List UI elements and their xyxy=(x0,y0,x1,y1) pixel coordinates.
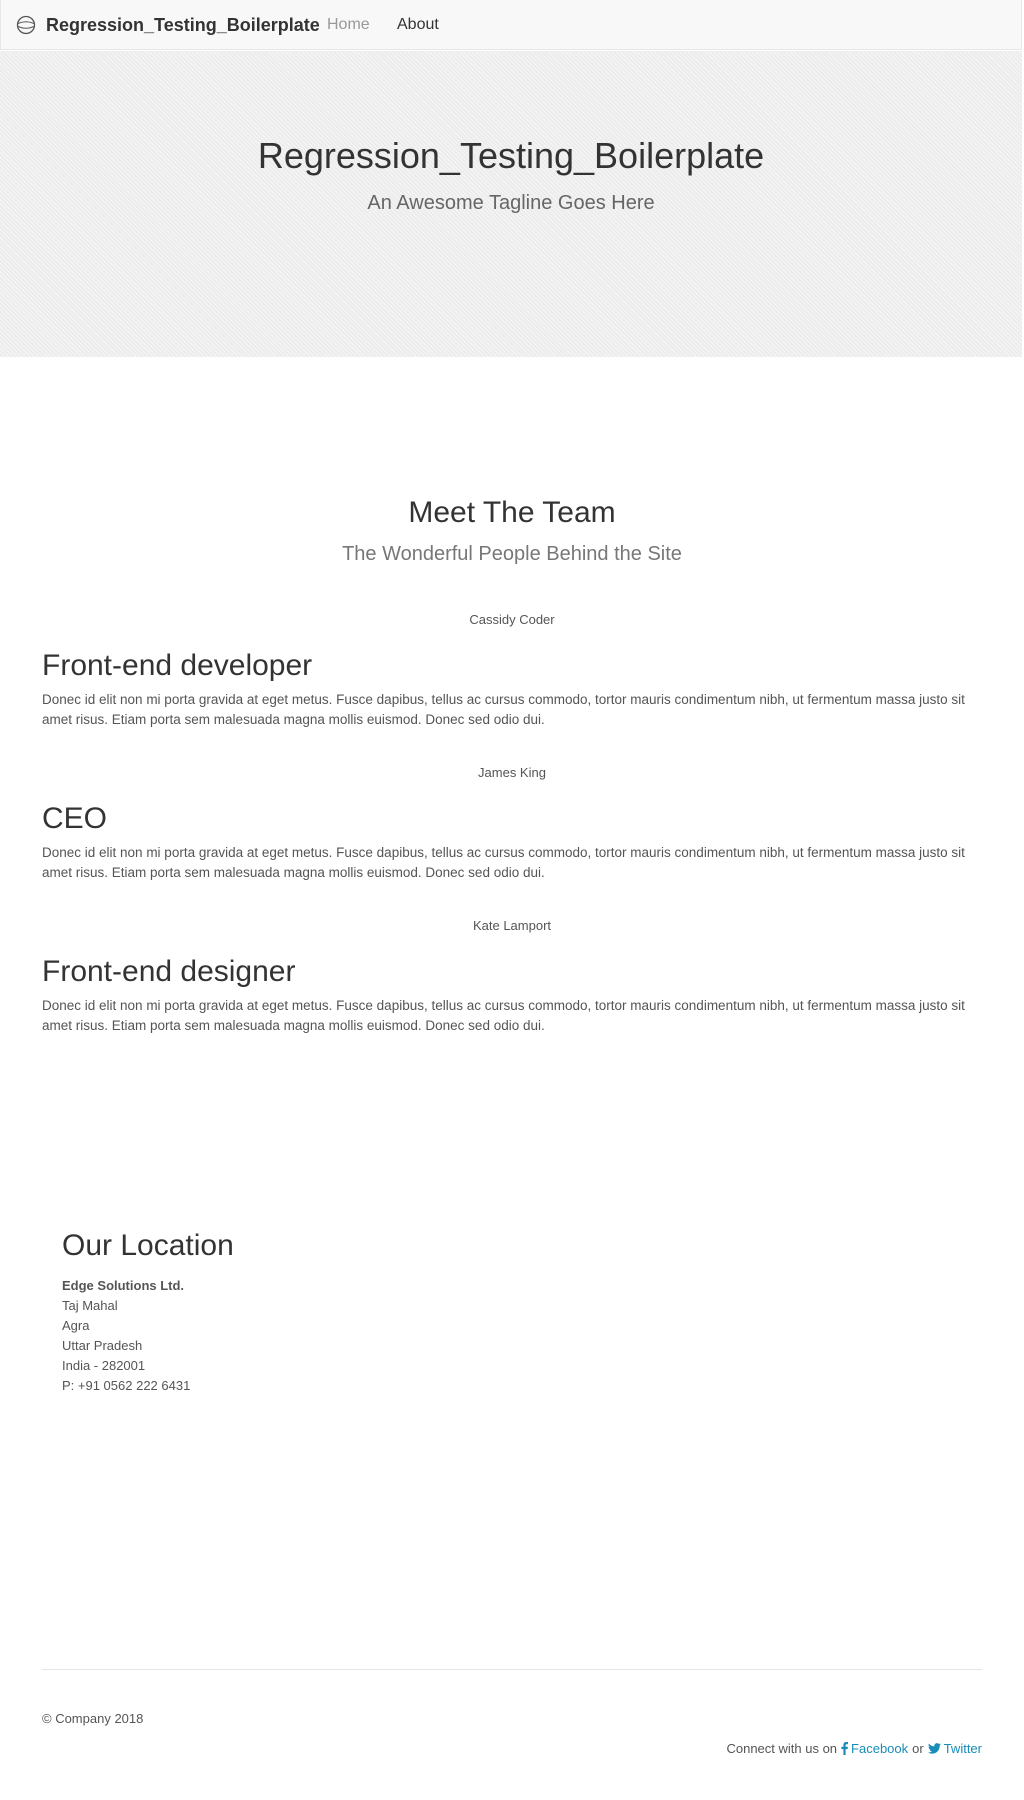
team-member-card: Cassidy Coder Front-end developer Donec … xyxy=(42,610,982,730)
connect-label: Connect with us on xyxy=(726,1741,838,1756)
member-name: Kate Lamport xyxy=(472,918,552,933)
team-subtitle: The Wonderful People Behind the Site xyxy=(342,543,682,565)
team-member-card: Kate Lamport Front-end designer Donec id… xyxy=(42,916,982,1036)
address-line: Uttar Pradesh xyxy=(62,1338,143,1353)
nav-about-link[interactable]: About xyxy=(397,0,439,50)
facebook-link[interactable]: Facebook xyxy=(841,1741,908,1756)
phone-line: P: +91 0562 222 6431 xyxy=(62,1378,191,1393)
company-name: Edge Solutions Ltd. xyxy=(62,1278,185,1293)
member-bio: Donec id elit non mi porta gravida at eg… xyxy=(42,998,965,1033)
address-line: Agra xyxy=(62,1318,90,1333)
facebook-icon xyxy=(841,1742,849,1755)
globe-icon xyxy=(16,15,36,35)
twitter-icon xyxy=(927,1743,941,1754)
brand-label: Regression_Testing_Boilerplate xyxy=(46,14,320,35)
hero-banner: Regression_Testing_Boilerplate An Awesom… xyxy=(0,51,1022,357)
member-bio: Donec id elit non mi porta gravida at eg… xyxy=(42,692,965,727)
member-bio: Donec id elit non mi porta gravida at eg… xyxy=(42,845,965,880)
navbar: Regression_Testing_Boilerplate Home Abou… xyxy=(0,0,1022,50)
facebook-label: Facebook xyxy=(851,1741,909,1756)
nav-home-link[interactable]: Home xyxy=(327,0,370,50)
twitter-link[interactable]: Twitter xyxy=(927,1741,982,1756)
hero-tagline: An Awesome Tagline Goes Here xyxy=(367,192,655,214)
location-section: Our Location Edge Solutions Ltd. Taj Mah… xyxy=(62,1226,234,1396)
team-title: Meet The Team xyxy=(408,496,616,529)
twitter-label: Twitter xyxy=(943,1741,982,1756)
member-role: Front-end developer xyxy=(42,649,313,682)
social-connect: Connect with us on Facebook or Twitter xyxy=(726,1741,982,1756)
navbar-brand[interactable]: Regression_Testing_Boilerplate xyxy=(16,0,320,50)
member-role: Front-end designer xyxy=(42,955,296,988)
member-role: CEO xyxy=(42,802,108,835)
hero-title: Regression_Testing_Boilerplate xyxy=(257,135,765,176)
member-name: Cassidy Coder xyxy=(469,612,555,627)
address-line: India - 282001 xyxy=(62,1358,146,1373)
location-title: Our Location xyxy=(62,1229,234,1262)
or-label: or xyxy=(912,1741,924,1756)
footer-divider xyxy=(42,1669,982,1670)
team-member-card: James King CEO Donec id elit non mi port… xyxy=(42,763,982,883)
address-line: Taj Mahal xyxy=(62,1298,118,1313)
copyright-text: © Company 2018 xyxy=(42,1711,144,1726)
member-name: James King xyxy=(478,765,546,780)
